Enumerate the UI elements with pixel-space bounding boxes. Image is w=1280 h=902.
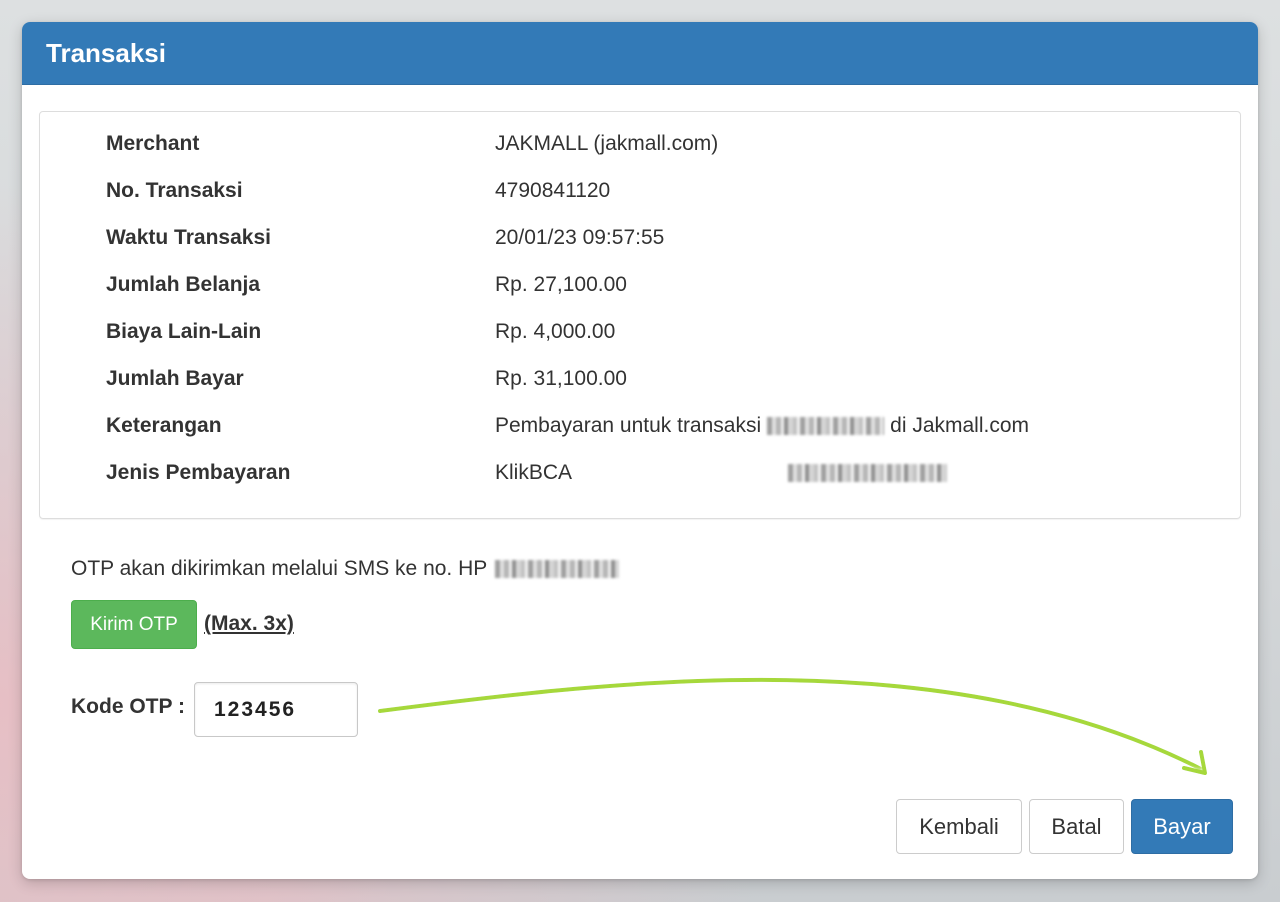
detail-value: Rp. 31,100.00	[495, 367, 627, 390]
detail-label: Keterangan	[106, 414, 222, 437]
dialog-title: Transaksi	[46, 38, 166, 68]
pay-button[interactable]: Bayar	[1131, 799, 1233, 854]
detail-label: Jumlah Belanja	[106, 273, 261, 296]
redacted-transaction-id	[767, 417, 885, 435]
detail-value: KlikBCA	[495, 449, 1240, 496]
detail-row-other-fees: Biaya Lain-Lain Rp. 4,000.00	[40, 308, 1240, 355]
detail-label: Jumlah Bayar	[106, 367, 244, 390]
detail-value: 4790841120	[495, 179, 611, 202]
detail-label: Biaya Lain-Lain	[106, 320, 262, 343]
send-otp-button[interactable]: Kirim OTP	[71, 600, 197, 649]
dialog-header: Transaksi	[22, 22, 1258, 85]
max-attempts-note: (Max. 3x)	[204, 612, 294, 635]
detail-row-transaction-number: No. Transaksi 4790841120	[40, 167, 1240, 214]
detail-row-description: Keterangan Pembayaran untuk transaksi di …	[40, 402, 1240, 449]
otp-notice-text: OTP akan dikirimkan melalui SMS ke no. H…	[71, 557, 488, 580]
otp-notice: OTP akan dikirimkan melalui SMS ke no. H…	[71, 557, 620, 581]
transaction-dialog: Transaksi Merchant JAKMALL (jakmall.com)…	[22, 22, 1258, 879]
detail-row-total-payment: Jumlah Bayar Rp. 31,100.00	[40, 355, 1240, 402]
detail-row-payment-type: Jenis Pembayaran KlikBCA	[40, 449, 1240, 496]
detail-label: No. Transaksi	[106, 179, 243, 202]
otp-code-label: Kode OTP :	[71, 695, 185, 718]
payment-type-value: KlikBCA	[495, 461, 573, 484]
detail-row-transaction-time: Waktu Transaksi 20/01/23 09:57:55	[40, 214, 1240, 261]
redacted-account-id	[788, 464, 947, 482]
detail-label: Waktu Transaksi	[106, 226, 271, 249]
detail-row-merchant: Merchant JAKMALL (jakmall.com)	[40, 120, 1240, 167]
cancel-button[interactable]: Batal	[1029, 799, 1124, 854]
detail-row-shopping-amount: Jumlah Belanja Rp. 27,100.00	[40, 261, 1240, 308]
detail-value: Rp. 27,100.00	[495, 273, 627, 296]
otp-code-input[interactable]	[194, 682, 358, 737]
detail-value: Pembayaran untuk transaksi di Jakmall.com	[495, 402, 1240, 449]
description-suffix: di Jakmall.com	[890, 414, 1030, 437]
detail-label: Merchant	[106, 132, 200, 155]
detail-value: Rp. 4,000.00	[495, 320, 616, 343]
detail-value: JAKMALL (jakmall.com)	[495, 132, 719, 155]
transaction-details-panel: Merchant JAKMALL (jakmall.com) No. Trans…	[39, 111, 1241, 519]
detail-value: 20/01/23 09:57:55	[495, 226, 665, 249]
detail-label: Jenis Pembayaran	[106, 461, 291, 484]
back-button[interactable]: Kembali	[896, 799, 1022, 854]
redacted-phone-number	[495, 560, 620, 578]
description-prefix: Pembayaran untuk transaksi	[495, 414, 762, 437]
